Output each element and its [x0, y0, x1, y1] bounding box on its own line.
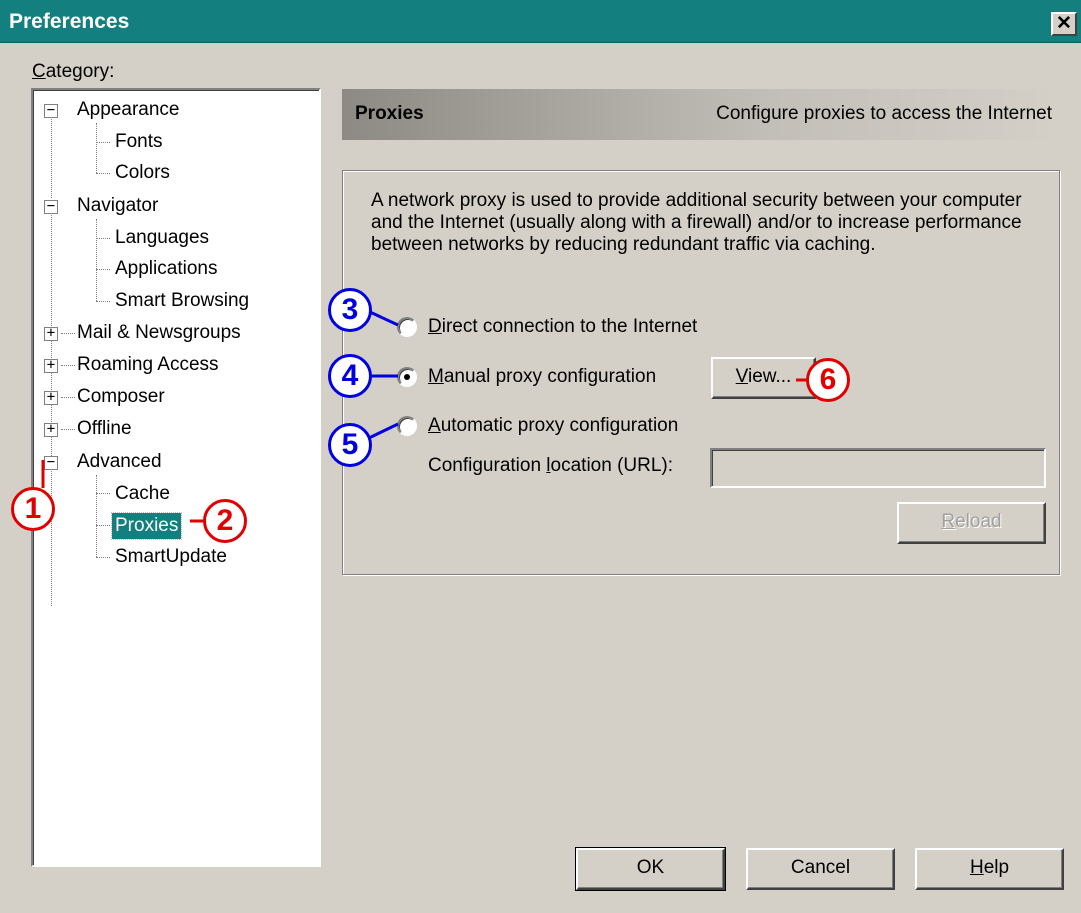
tree-item-appearance[interactable]: Appearance — [77, 97, 179, 123]
tree-line — [51, 112, 52, 198]
tree-line — [96, 123, 97, 173]
direct-connection-label[interactable]: Direct connection to the Internet — [428, 316, 697, 338]
collapse-icon[interactable]: − — [44, 455, 58, 470]
tree-item-roaming-access[interactable]: Roaming Access — [77, 352, 219, 378]
tree-line — [96, 219, 97, 301]
tree-item-smart-browsing[interactable]: Smart Browsing — [115, 288, 249, 314]
callout-3-icon: 3 — [328, 288, 372, 332]
collapse-icon[interactable]: − — [44, 103, 58, 118]
tree-line — [96, 525, 110, 526]
collapse-icon[interactable]: − — [44, 199, 58, 214]
category-label: Category: — [32, 61, 115, 82]
tree-item-smartupdate[interactable]: SmartUpdate — [115, 544, 227, 570]
panel-description: Configure proxies to access the Internet — [716, 103, 1052, 124]
view-button[interactable]: View... — [711, 357, 816, 399]
tree-item-composer[interactable]: Composer — [77, 384, 165, 410]
tree-item-colors[interactable]: Colors — [115, 160, 170, 186]
cancel-button[interactable]: Cancel — [746, 848, 895, 890]
proxy-intro-text: A network proxy is used to provide addit… — [371, 190, 1022, 255]
help-button[interactable]: Help — [915, 848, 1064, 890]
expand-icon[interactable]: + — [44, 422, 58, 437]
callout-1-icon: 1 — [11, 487, 55, 531]
expand-icon[interactable]: + — [44, 390, 58, 405]
tree-line — [61, 429, 75, 430]
tree-item-fonts[interactable]: Fonts — [115, 129, 163, 155]
config-location-input[interactable] — [710, 448, 1046, 488]
ok-button[interactable]: OK — [575, 847, 726, 891]
tree-line — [61, 397, 75, 398]
tree-line — [96, 493, 110, 494]
tree-line — [96, 173, 110, 174]
automatic-proxy-label[interactable]: Automatic proxy configuration — [428, 415, 678, 437]
tree-line — [61, 333, 75, 334]
tree-item-navigator[interactable]: Navigator — [77, 193, 158, 219]
manual-proxy-label[interactable]: Manual proxy configuration — [428, 366, 656, 388]
title-bar: Preferences ✕ — [0, 0, 1081, 43]
tree-line — [96, 475, 97, 557]
expand-icon[interactable]: + — [44, 326, 58, 341]
tree-item-cache[interactable]: Cache — [115, 481, 170, 507]
expand-icon[interactable]: + — [44, 358, 58, 373]
tree-item-mail-newsgroups[interactable]: Mail & Newsgroups — [77, 320, 241, 346]
tree-item-advanced[interactable]: Advanced — [77, 449, 162, 475]
manual-proxy-radio[interactable] — [397, 367, 417, 387]
tree-line — [96, 301, 110, 302]
tree-item-proxies[interactable]: Proxies — [110, 512, 183, 540]
tree-item-offline[interactable]: Offline — [77, 416, 132, 442]
tree-line — [61, 365, 75, 366]
reload-button[interactable]: Reload — [897, 502, 1046, 544]
window-title: Preferences — [9, 10, 130, 33]
tree-item-languages[interactable]: Languages — [115, 225, 209, 251]
config-location-label: Configuration location (URL): — [428, 455, 674, 476]
callout-2-icon: 2 — [203, 499, 247, 543]
callout-5-icon: 5 — [328, 423, 372, 467]
tree-item-applications[interactable]: Applications — [115, 256, 217, 282]
callout-6-icon: 6 — [806, 358, 850, 402]
direct-connection-radio[interactable] — [397, 317, 417, 337]
callout-4-icon: 4 — [328, 354, 372, 398]
tree-line — [96, 557, 110, 558]
automatic-proxy-radio[interactable] — [397, 416, 417, 436]
category-tree[interactable]: − Appearance Fonts Colors − Navigator La… — [31, 88, 321, 867]
tree-line — [96, 238, 110, 239]
tree-line — [51, 210, 52, 606]
close-button[interactable]: ✕ — [1051, 12, 1077, 36]
tree-line — [96, 269, 110, 270]
tree-line — [96, 142, 110, 143]
panel-header: Proxies Configure proxies to access the … — [342, 89, 1060, 140]
panel-title: Proxies — [355, 103, 424, 124]
